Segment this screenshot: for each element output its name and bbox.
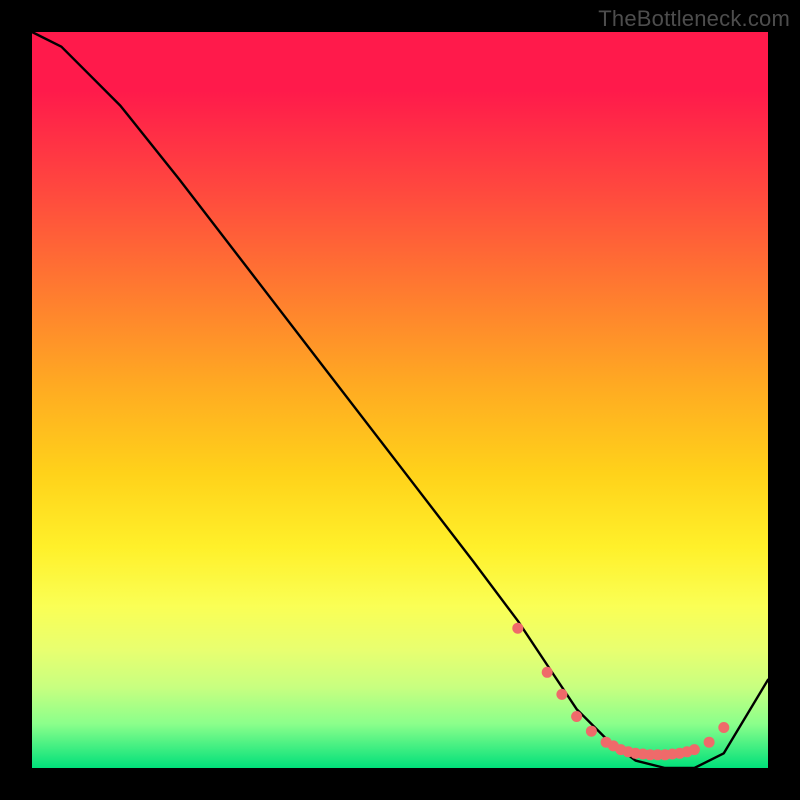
plot-area xyxy=(32,32,768,768)
bottleneck-curve xyxy=(32,32,768,768)
hotspot-dot xyxy=(689,744,700,755)
hotspot-dot xyxy=(718,722,729,733)
hotspot-dot xyxy=(542,667,553,678)
hotspot-dot xyxy=(556,689,567,700)
chart-frame: TheBottleneck.com xyxy=(0,0,800,800)
hotspot-dot xyxy=(586,726,597,737)
hotspot-dot xyxy=(704,737,715,748)
hotspot-dot xyxy=(571,711,582,722)
watermark-text: TheBottleneck.com xyxy=(598,6,790,32)
curve-layer xyxy=(32,32,768,768)
hotspot-dots xyxy=(512,623,729,761)
hotspot-dot xyxy=(512,623,523,634)
